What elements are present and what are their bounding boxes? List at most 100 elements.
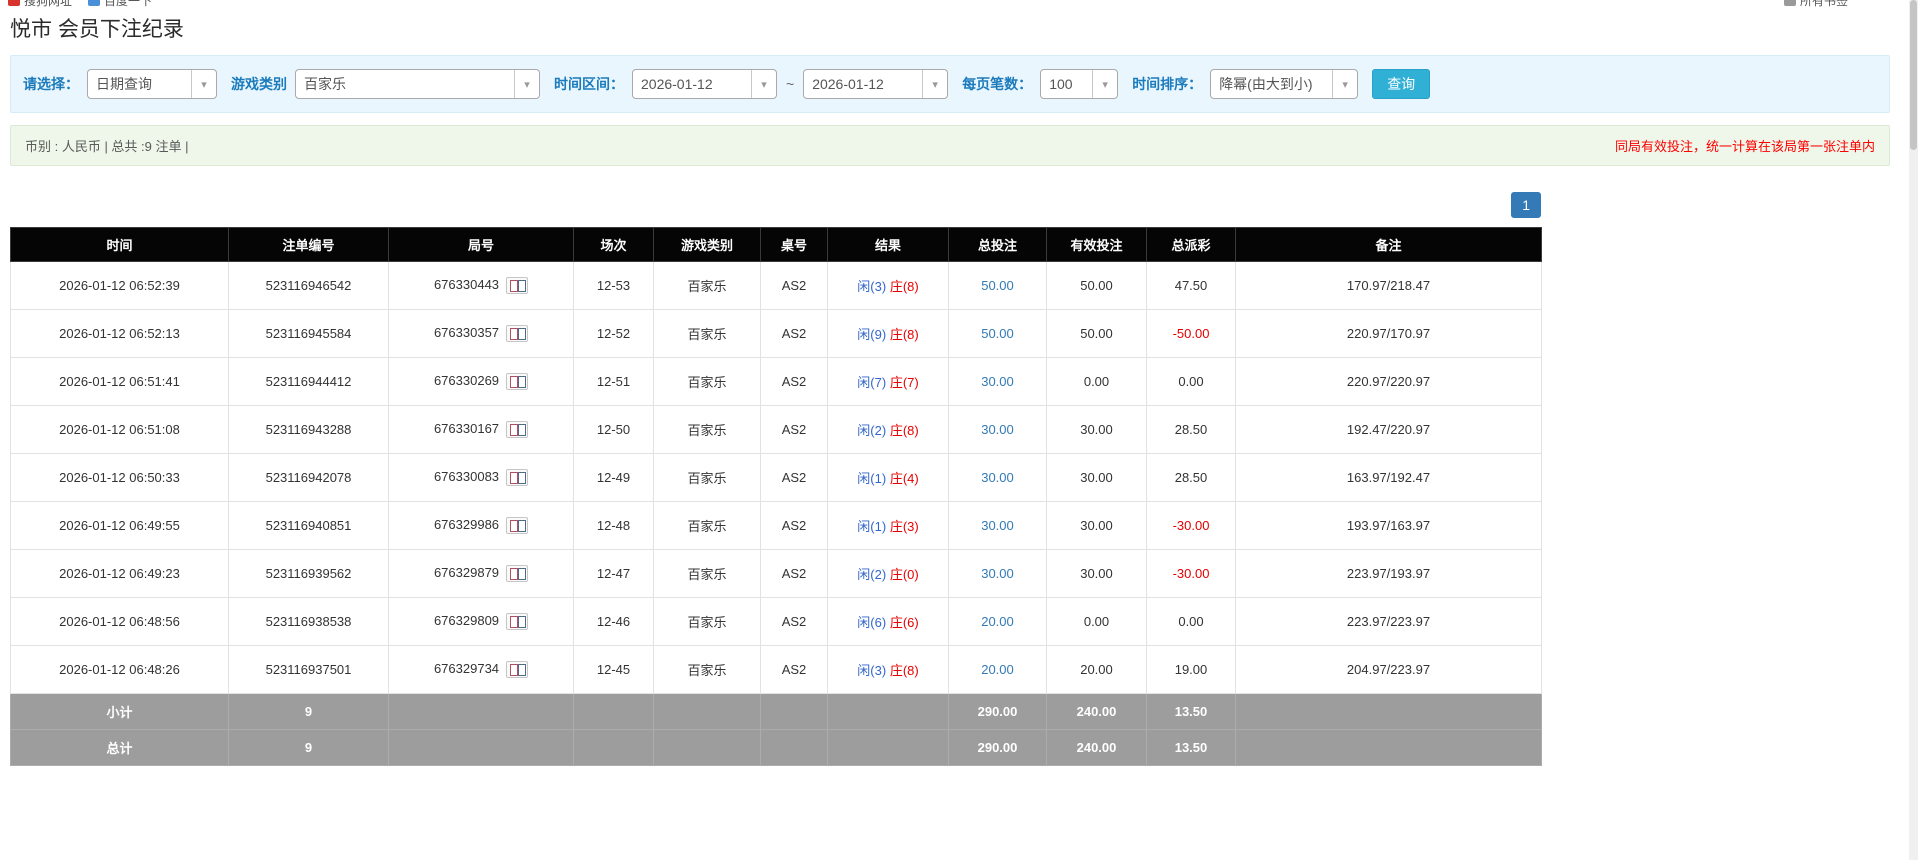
- column-header: 游戏类别: [653, 227, 761, 262]
- total-row-valid-bet: 240.00: [1046, 729, 1147, 766]
- valid-bet-cell: 0.00: [1046, 357, 1147, 406]
- result-banker: 庄(6): [889, 615, 919, 630]
- scrollbar-thumb[interactable]: [1910, 0, 1917, 150]
- filter-label-sort: 时间排序：: [1132, 76, 1203, 92]
- query-button[interactable]: 查询: [1372, 69, 1431, 99]
- subtotal-row-label: 小计: [10, 693, 229, 730]
- bet-time-cell: 2026-01-12 06:49:23: [10, 549, 229, 598]
- total-row-count: 9: [228, 729, 389, 766]
- bookmark-item[interactable]: 搜狗网址: [8, 0, 72, 9]
- subtotal-row-count: 9: [228, 693, 389, 730]
- total-row-empty: [573, 729, 654, 766]
- round-result-image-icon[interactable]: [506, 661, 529, 679]
- total-row-empty: [760, 729, 828, 766]
- chevron-down-icon: ▾: [1332, 70, 1357, 98]
- per-page-select[interactable]: 100 ▾: [1040, 69, 1119, 99]
- payout-cell: 28.50: [1146, 405, 1236, 454]
- column-header: 时间: [10, 227, 229, 262]
- bookmark-label: 搜狗网址: [24, 0, 73, 8]
- bet-id-cell: 523116937501: [228, 645, 389, 694]
- filter-label-query-type: 请选择：: [23, 76, 79, 92]
- total-bet-link[interactable]: 30.00: [981, 566, 1014, 581]
- per-page-value: 100: [1049, 76, 1073, 92]
- column-header: 总派彩: [1146, 227, 1236, 262]
- date-from-select[interactable]: 2026-01-12 ▾: [632, 69, 777, 99]
- subtotal-row-empty: [573, 693, 654, 730]
- round-result-image-icon[interactable]: [506, 517, 529, 535]
- query-type-select[interactable]: 日期查询 ▾: [87, 69, 217, 99]
- subtotal-row-empty: [388, 693, 574, 730]
- date-to-select[interactable]: 2026-01-12 ▾: [803, 69, 949, 99]
- total-row-total-bet: 290.00: [948, 729, 1047, 766]
- total-bet-link[interactable]: 20.00: [981, 614, 1014, 629]
- round-number: 676330269: [433, 372, 500, 388]
- payout-cell: -30.00: [1146, 549, 1236, 598]
- table-row: 2026-01-12 06:48:56 523116938538 676329809…: [10, 597, 1542, 646]
- round-cell: 676330443: [388, 261, 574, 310]
- total-bet-link[interactable]: 20.00: [981, 662, 1014, 677]
- table-footer: 小计 9 290.00 240.00 13.50 总计 9 290.00 240.00 13.50: [10, 693, 1542, 766]
- game-type-select[interactable]: 百家乐 ▾: [295, 69, 540, 99]
- total-row-empty: [1235, 729, 1542, 766]
- payout-cell: 47.50: [1146, 261, 1236, 310]
- scrollbar[interactable]: [1909, 0, 1918, 860]
- result-banker: 庄(8): [889, 279, 919, 294]
- total-bet-cell: 20.00: [948, 597, 1047, 646]
- table-number-cell: AS2: [760, 501, 828, 550]
- round-cell: 676330357: [388, 309, 574, 358]
- result-cell: 闲(3) 庄(8): [827, 261, 949, 310]
- round-result-image-icon[interactable]: [506, 469, 529, 487]
- round-cell: 676329809: [388, 597, 574, 646]
- summary-bar: 币别 : 人民币 | 总共 :9 注单 | 同局有效投注，统一计算在该局第一张注…: [10, 125, 1890, 166]
- bet-id-cell: 523116946542: [228, 261, 389, 310]
- total-bet-cell: 50.00: [948, 309, 1047, 358]
- session-cell: 12-45: [573, 645, 654, 694]
- total-bet-link[interactable]: 30.00: [981, 470, 1014, 485]
- table-row: 2026-01-12 06:51:08 523116943288 676330167…: [10, 405, 1542, 454]
- column-header: 局号: [388, 227, 574, 262]
- round-result-image-icon[interactable]: [506, 325, 529, 343]
- round-cell: 676329879: [388, 549, 574, 598]
- bookmark-item[interactable]: 百度一下: [88, 0, 152, 9]
- note-cell: 220.97/170.97: [1235, 309, 1542, 358]
- total-row: 总计 9 290.00 240.00 13.50: [10, 729, 1542, 766]
- total-bet-cell: 30.00: [948, 501, 1047, 550]
- result-player: 闲(7): [857, 375, 887, 390]
- range-tilde: ~: [786, 76, 795, 92]
- column-header: 注单编号: [228, 227, 389, 262]
- total-bet-link[interactable]: 30.00: [981, 518, 1014, 533]
- currency-total-summary: 币别 : 人民币 | 总共 :9 注单 |: [25, 139, 189, 154]
- table-row: 2026-01-12 06:49:55 523116940851 676329986…: [10, 501, 1542, 550]
- total-bet-link[interactable]: 50.00: [981, 278, 1014, 293]
- column-header: 桌号: [760, 227, 828, 262]
- all-bookmarks-button[interactable]: 所有书签: [1783, 0, 1848, 9]
- all-bookmarks-label: 所有书签: [1799, 0, 1848, 8]
- chevron-down-icon: ▾: [751, 70, 776, 98]
- time-sort-select[interactable]: 降幂(由大到小) ▾: [1210, 69, 1359, 99]
- round-result-image-icon[interactable]: [506, 421, 529, 439]
- query-type-value: 日期查询: [96, 76, 152, 92]
- bet-id-cell: 523116938538: [228, 597, 389, 646]
- bet-time-cell: 2026-01-12 06:48:26: [10, 645, 229, 694]
- result-player: 闲(6): [857, 615, 887, 630]
- page-button-1[interactable]: 1: [1511, 192, 1541, 218]
- payout-cell: 28.50: [1146, 453, 1236, 502]
- result-cell: 闲(6) 庄(6): [827, 597, 949, 646]
- session-cell: 12-47: [573, 549, 654, 598]
- game-type-cell: 百家乐: [653, 549, 761, 598]
- total-bet-link[interactable]: 30.00: [981, 422, 1014, 437]
- round-result-image-icon[interactable]: [506, 613, 529, 631]
- browser-bookmarks-bar: 搜狗网址 百度一下 所有书签: [0, 0, 1918, 9]
- round-result-image-icon[interactable]: [506, 373, 529, 391]
- total-bet-link[interactable]: 30.00: [981, 374, 1014, 389]
- bet-id-cell: 523116944412: [228, 357, 389, 406]
- round-result-image-icon[interactable]: [506, 565, 529, 583]
- note-cell: 170.97/218.47: [1235, 261, 1542, 310]
- payout-cell: -50.00: [1146, 309, 1236, 358]
- total-bet-link[interactable]: 50.00: [981, 326, 1014, 341]
- column-header: 场次: [573, 227, 654, 262]
- table-number-cell: AS2: [760, 453, 828, 502]
- subtotal-row-empty: [653, 693, 761, 730]
- game-type-cell: 百家乐: [653, 645, 761, 694]
- round-result-image-icon[interactable]: [506, 277, 529, 295]
